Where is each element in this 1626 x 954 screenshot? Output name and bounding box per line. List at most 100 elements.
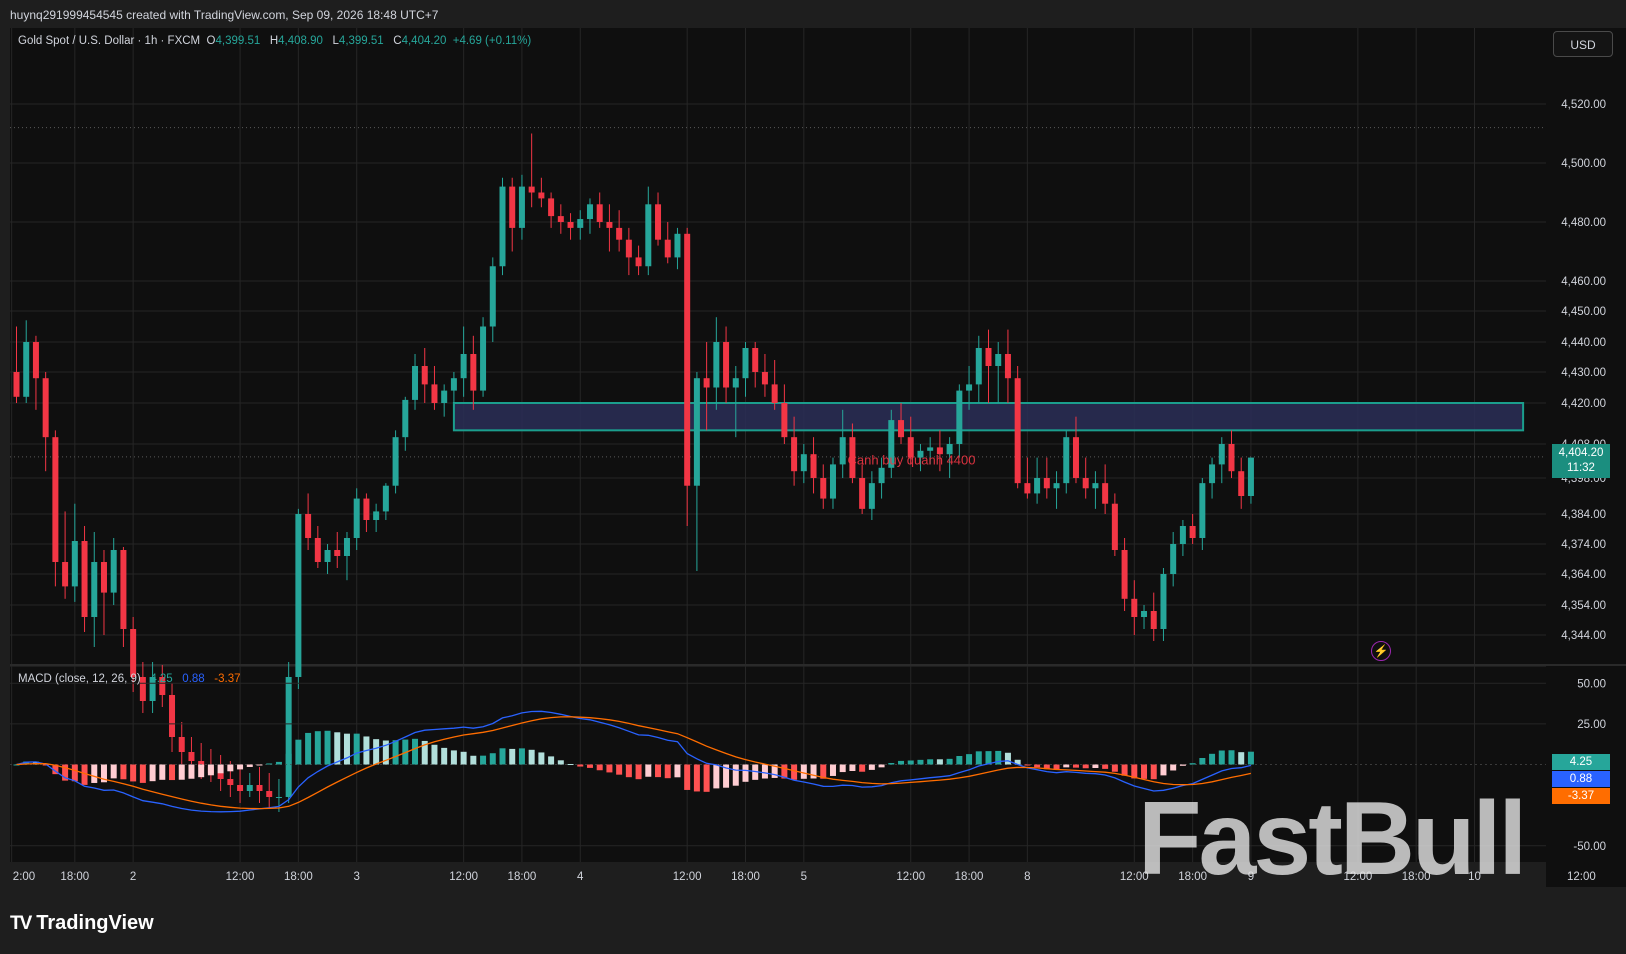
macd-histogram-bar: [548, 756, 555, 765]
candle-body: [480, 326, 487, 391]
price-tick-label: 4,430.00: [1561, 367, 1606, 379]
macd-histogram-bar: [489, 753, 496, 765]
macd-histogram-bar: [1024, 764, 1031, 766]
macd-histogram-bar: [829, 764, 836, 776]
top-attribution-bar: huynq291999454545 created with TradingVi…: [0, 0, 1626, 28]
candle-body: [1247, 457, 1254, 496]
macd-histogram-bar: [460, 751, 467, 765]
macd-histogram-bar: [227, 764, 234, 772]
created-text: huynq291999454545 created with TradingVi…: [10, 8, 439, 22]
macd-histogram-bar: [71, 764, 78, 782]
candle-body: [363, 498, 370, 520]
candle-body: [1053, 483, 1060, 489]
candle-body: [868, 483, 875, 509]
macd-histogram-bar: [139, 764, 146, 783]
macd-histogram-bar: [1072, 764, 1079, 768]
macd-histogram-bar: [237, 764, 244, 770]
candle-body: [800, 454, 807, 472]
time-tick-label: 4: [577, 871, 584, 883]
macd-histogram-bar: [839, 764, 846, 773]
macd-histogram-bar: [966, 754, 973, 765]
macd-histogram-bar: [509, 748, 516, 765]
candle-body: [431, 384, 438, 403]
macd-histogram-bar: [1170, 764, 1177, 771]
macd-histogram-bar: [1179, 764, 1186, 766]
candle-body: [334, 550, 341, 556]
macd-histogram-bar: [859, 764, 866, 772]
macd-histogram-bar: [314, 731, 321, 765]
macd-histogram-bar: [207, 764, 214, 776]
lightning-icon[interactable]: ⚡: [1371, 641, 1391, 661]
currency-button[interactable]: USD: [1553, 31, 1613, 57]
candle-body: [402, 399, 409, 438]
candle-body: [518, 186, 525, 228]
price-tick-label: 4,420.00: [1561, 398, 1606, 410]
macd-histogram-bar: [975, 751, 982, 765]
macd-histogram-bar: [305, 732, 312, 765]
candle-body: [1111, 503, 1118, 550]
candle-body: [285, 677, 292, 797]
candle-body: [625, 239, 632, 258]
candle-body: [460, 354, 467, 379]
candle-body: [266, 791, 273, 797]
candle-body: [275, 797, 282, 798]
tradingview-icon: TV: [10, 912, 32, 934]
support-zone: [452, 402, 1525, 432]
time-tick-label: 12:00: [226, 871, 255, 883]
candle-body: [217, 773, 224, 779]
candle-body: [761, 372, 768, 385]
macd-value: 4.25: [150, 673, 173, 685]
time-tick-label: 12:00: [449, 871, 478, 883]
macd-histogram-bar: [246, 764, 253, 767]
candle-body: [742, 348, 749, 379]
candle-body: [859, 478, 866, 509]
candle-body: [32, 342, 39, 379]
macd-histogram-bar: [1150, 764, 1157, 780]
open-value: 4,399.51: [215, 35, 261, 47]
macd-histogram-bar: [1102, 764, 1109, 769]
macd-histogram-bar: [1218, 750, 1225, 765]
symbol-title[interactable]: Gold Spot / U.S. Dollar · 1h · FXCM: [18, 35, 200, 47]
tradingview-logo[interactable]: TV TradingView: [10, 912, 154, 935]
candle-body: [927, 447, 934, 451]
time-tick-label: 3: [353, 871, 359, 883]
price-tick-label: 4,500.00: [1561, 158, 1606, 170]
macd-histogram-bar: [120, 764, 127, 780]
candle-body: [178, 737, 185, 752]
macd-histogram-bar: [586, 764, 593, 768]
chart-canvas[interactable]: 4,344.00 4,354.00 4,364.00 4,374.00 4,384.00…: [0, 28, 1626, 900]
time-tick-label: 12:00: [1567, 871, 1596, 883]
candle-body: [237, 785, 244, 791]
candle-body: [1024, 483, 1031, 494]
macd-histogram-bar: [480, 755, 487, 765]
close-label: C: [393, 35, 402, 47]
macd-histogram-bar: [674, 764, 681, 778]
macd-histogram-bar: [596, 764, 603, 771]
macd-legend[interactable]: MACD (close, 12, 26, 9) 4.25 0.88 -3.37: [18, 673, 241, 685]
macd-histogram-bar: [898, 760, 905, 765]
candle-body: [839, 437, 846, 465]
candle-body: [1209, 464, 1216, 484]
macd-histogram-bar: [343, 733, 350, 765]
macd-histogram-bar: [110, 764, 117, 779]
macd-histogram-bar: [198, 764, 205, 778]
price-tick-label: 4,384.00: [1561, 509, 1606, 521]
change-value: +4.69 (+0.11%): [452, 35, 532, 47]
macd-histogram-bar: [1199, 757, 1206, 765]
macd-histogram-bar: [188, 764, 195, 779]
macd-histogram-bar: [295, 739, 302, 765]
candle-body: [489, 266, 496, 327]
candle-body: [586, 204, 593, 220]
candle-body: [577, 219, 584, 228]
candle-body: [42, 378, 49, 438]
candle-body: [781, 403, 788, 438]
candle-body: [1014, 378, 1021, 484]
macd-histogram-bar: [285, 753, 292, 765]
close-value: 4,404.20: [401, 35, 447, 47]
candle-body: [645, 204, 652, 267]
candle-body: [324, 550, 331, 562]
candle-body: [1034, 478, 1041, 494]
macd-label: MACD (close, 12, 26, 9): [18, 673, 141, 685]
candle-body: [1170, 544, 1177, 574]
macd-histogram-bar: [732, 764, 739, 786]
